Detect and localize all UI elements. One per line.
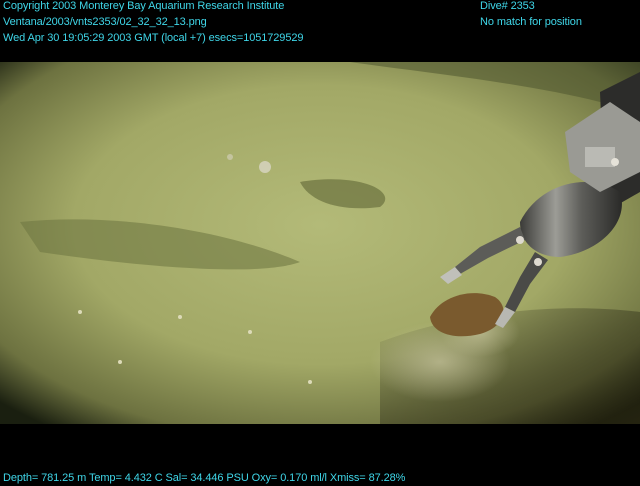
file-path-text: Ventana/2003/vnts2353/02_32_32_13.png	[3, 16, 207, 28]
telemetry-text: Depth= 781.25 m Temp= 4.432 C Sal= 34.44…	[3, 472, 406, 484]
timestamp-text: Wed Apr 30 19:05:29 2003 GMT (local +7) …	[3, 32, 304, 44]
position-status-text: No match for position	[480, 16, 582, 28]
dive-number-text: Dive# 2353	[480, 0, 535, 12]
copyright-text: Copyright 2003 Monterey Bay Aquarium Res…	[3, 0, 285, 12]
seafloor-image	[0, 62, 640, 424]
